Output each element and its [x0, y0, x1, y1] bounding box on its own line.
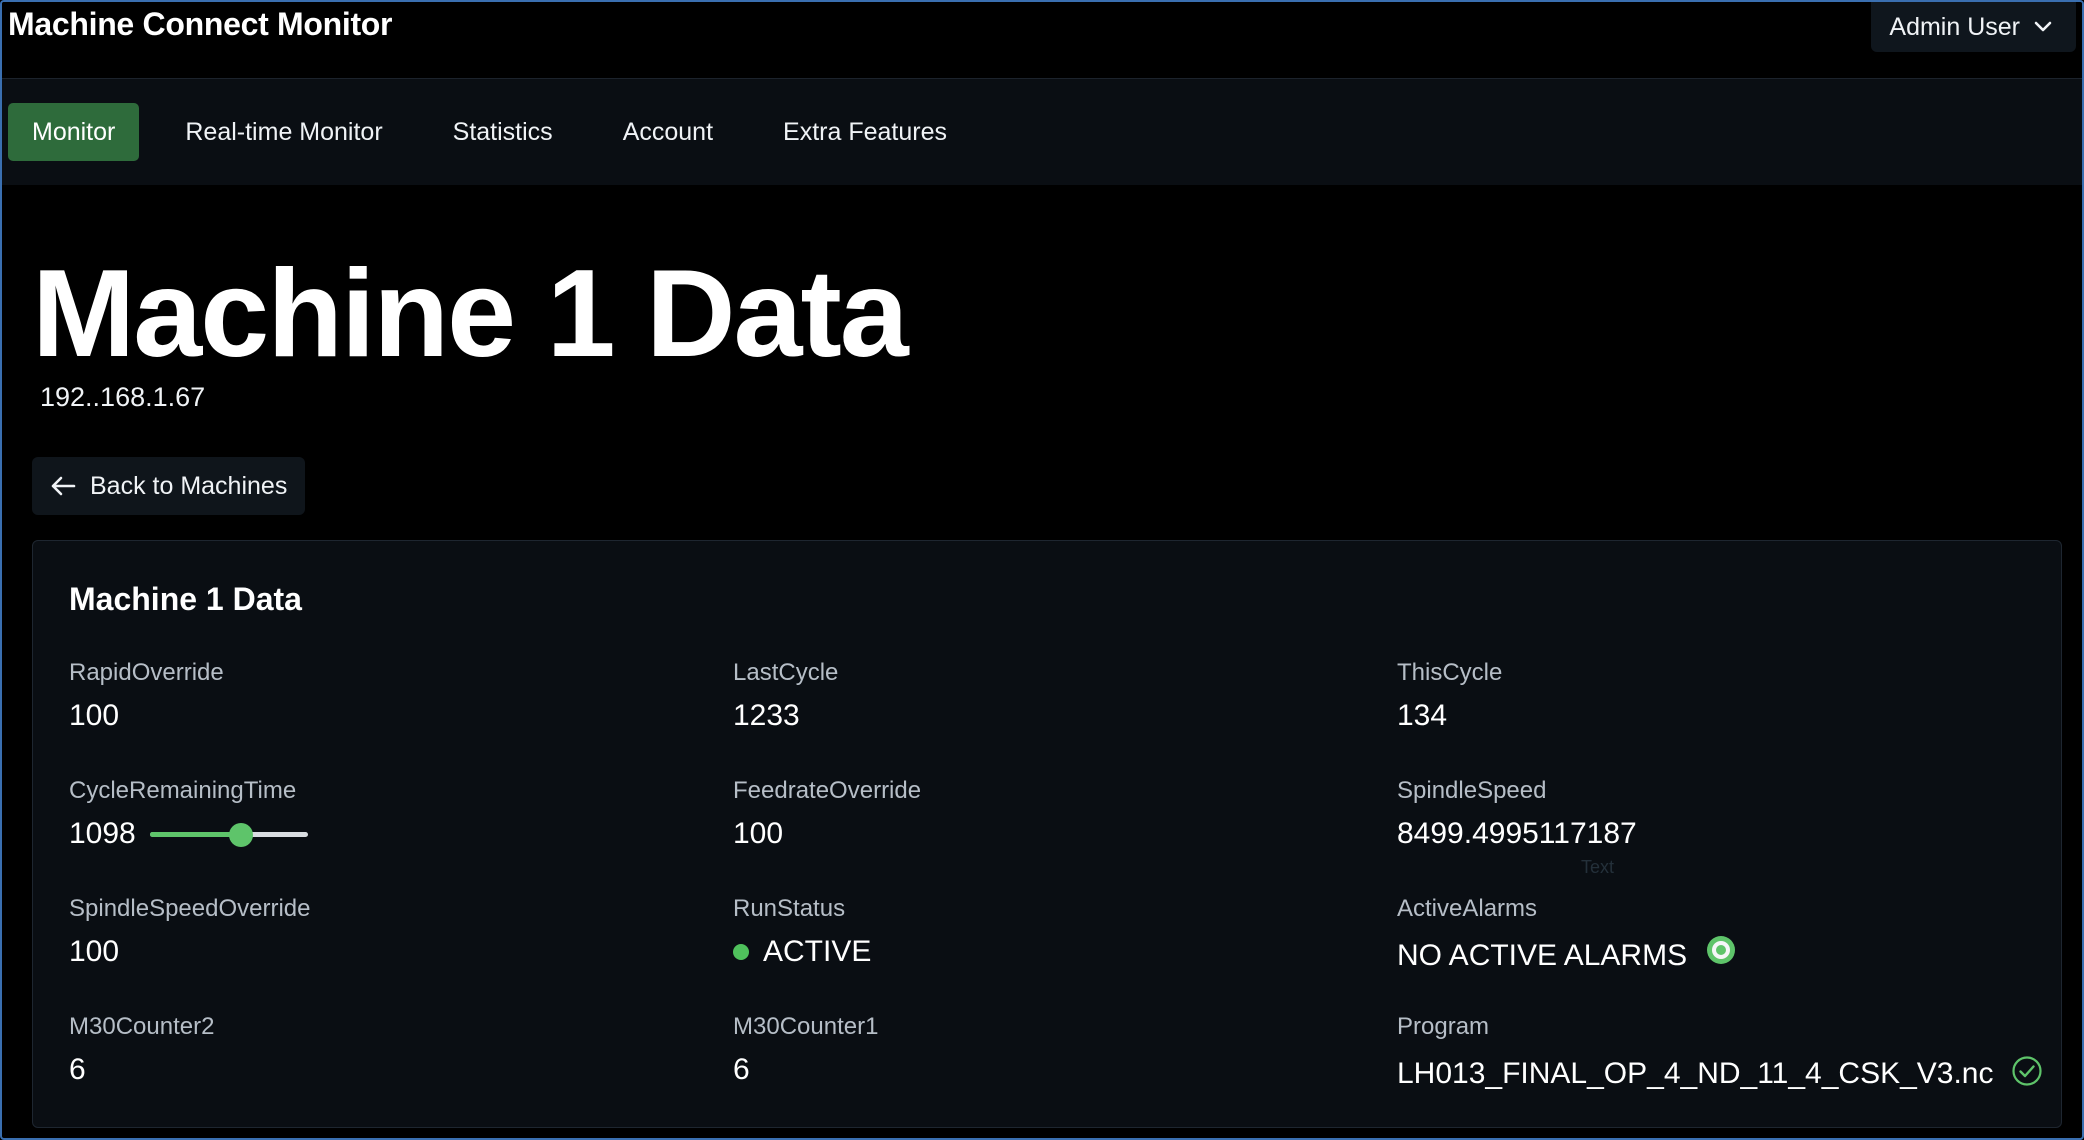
main-nav: Monitor Real-time Monitor Statistics Acc…: [2, 79, 2082, 185]
top-header: Machine Connect Monitor Admin User: [2, 2, 2082, 79]
check-circle-icon: [2011, 1055, 2043, 1093]
nav-item-real-time-monitor[interactable]: Real-time Monitor: [161, 103, 406, 161]
chevron-down-icon: [2034, 21, 2052, 33]
back-to-machines-button[interactable]: Back to Machines: [32, 457, 306, 515]
ip-address: 192..168.1.67: [40, 382, 206, 412]
field-program: Program LH013_FINAL_OP_4_ND_11_4_CSK_V3.…: [1397, 1015, 2043, 1093]
field-last-cycle: LastCycle 1233: [733, 661, 838, 731]
field-m30-counter1: M30Counter1 6: [733, 1015, 878, 1085]
field-label: RunStatus: [733, 895, 846, 922]
field-label: SpindleSpeedOverride: [69, 895, 311, 922]
nav-item-extra-features[interactable]: Extra Features: [759, 103, 971, 161]
field-this-cycle: ThisCycle 134: [1397, 661, 1502, 731]
field-spindle-speed: SpindleSpeed 8499.4995117187: [1397, 779, 1637, 849]
user-name: Admin User: [1889, 12, 2020, 41]
field-label: SpindleSpeed: [1397, 777, 1547, 804]
field-label: Program: [1397, 1013, 1490, 1040]
field-value: 100: [733, 817, 784, 850]
field-feedrate-override: FeedrateOverride 100: [733, 779, 921, 849]
field-value: 100: [69, 699, 120, 732]
field-label: ThisCycle: [1397, 659, 1503, 686]
field-spindle-speed-override: SpindleSpeedOverride 100: [69, 897, 311, 967]
field-value: ACTIVE: [733, 937, 871, 967]
app-title: Machine Connect Monitor: [8, 6, 393, 42]
slider-thumb[interactable]: [229, 823, 254, 847]
field-label: LastCycle: [733, 659, 839, 686]
arrow-left-icon: [50, 475, 76, 497]
field-label: M30Counter1: [733, 1013, 879, 1040]
field-value: 1098: [69, 819, 308, 849]
field-value: 1233: [733, 699, 800, 732]
field-value: 6: [69, 1053, 86, 1086]
nav-item-account[interactable]: Account: [599, 103, 737, 161]
field-m30-counter2: M30Counter2 6: [69, 1015, 214, 1085]
field-value: 134: [1397, 699, 1448, 732]
radio-ring-icon: [1705, 934, 1737, 972]
field-run-status: RunStatus ACTIVE: [733, 897, 871, 967]
field-label: FeedrateOverride: [733, 777, 922, 804]
machine-data-card: Machine 1 Data RapidOverride 100 LastCyc…: [32, 540, 2062, 1128]
field-value: 100: [69, 935, 120, 968]
cycle-remaining-slider[interactable]: [149, 822, 308, 847]
back-button-label: Back to Machines: [90, 471, 288, 500]
field-value: 8499.4995117187: [1397, 817, 1637, 850]
field-label: CycleRemainingTime: [69, 777, 297, 804]
field-label: M30Counter2: [69, 1013, 215, 1040]
field-rapid-override: RapidOverride 100: [69, 661, 224, 731]
field-value: NO ACTIVE ALARMS: [1397, 934, 1737, 975]
nav-item-monitor[interactable]: Monitor: [8, 103, 140, 161]
status-dot-icon: [733, 944, 749, 960]
slider-fill: [149, 832, 242, 837]
field-value: 6: [733, 1053, 750, 1086]
user-menu-button[interactable]: Admin User: [1871, 2, 2076, 52]
card-title: Machine 1 Data: [69, 581, 302, 617]
nav-item-statistics[interactable]: Statistics: [429, 103, 577, 161]
page-title: Machine 1 Data: [32, 245, 909, 383]
field-label: RapidOverride: [69, 659, 224, 686]
ghost-text: Text: [1581, 857, 1615, 877]
field-label: ActiveAlarms: [1397, 895, 1538, 922]
app-window: Machine Connect Monitor Admin User Monit…: [0, 0, 2084, 1140]
field-cycle-remaining-time: CycleRemainingTime 1098: [69, 779, 308, 849]
field-active-alarms: ActiveAlarms NO ACTIVE ALARMS: [1397, 897, 1737, 975]
field-value: LH013_FINAL_OP_4_ND_11_4_CSK_V3.nc: [1397, 1055, 2043, 1093]
